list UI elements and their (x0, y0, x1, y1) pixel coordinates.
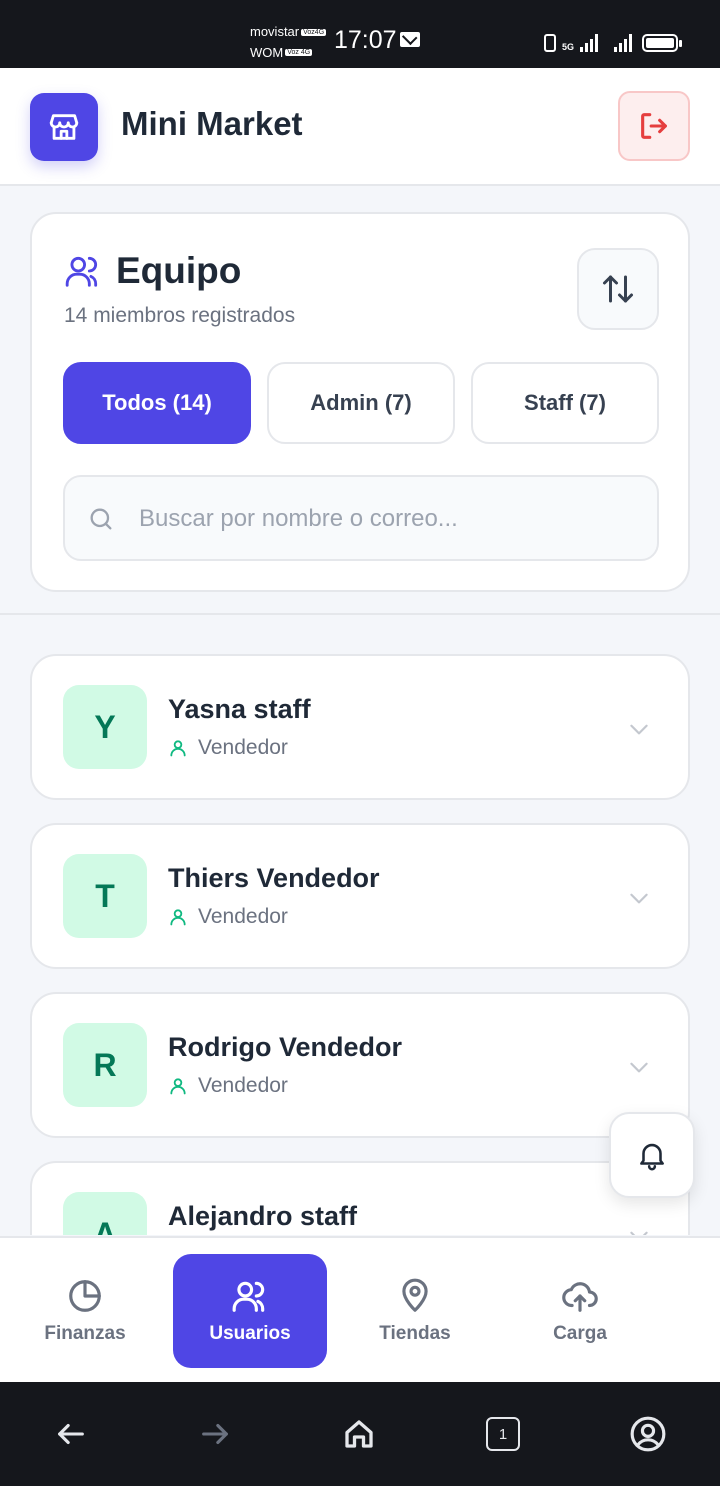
users-icon (65, 256, 98, 287)
back-button[interactable] (49, 1412, 93, 1456)
filter-admin[interactable]: Admin (7) (267, 362, 455, 444)
search-box[interactable] (63, 475, 659, 561)
home-button[interactable] (337, 1412, 381, 1456)
app-title: Mini Market (121, 105, 303, 142)
avatar: Y (63, 685, 147, 769)
user-name: Rodrigo Vendedor (168, 1032, 403, 1062)
forward-button[interactable] (193, 1412, 237, 1456)
pie-chart-icon (69, 1280, 101, 1312)
user-card[interactable]: T Thiers Vendedor Vendedor (30, 823, 690, 969)
carrier-1-tag: Voz4G (301, 28, 327, 36)
user-role: Vendedor (168, 905, 288, 929)
carrier-info: movistar Voz4G WOM Voz 4G (250, 22, 327, 63)
bottom-nav: Finanzas Usuarios Tiendas Carga (0, 1236, 720, 1382)
arrow-right-icon (202, 1423, 228, 1445)
signal-1-icon (580, 34, 598, 52)
network-type: 5G (561, 42, 574, 52)
user-name: Yasna staff (168, 694, 311, 724)
user-role-label: Vendedor (198, 736, 288, 759)
arrow-left-icon (58, 1423, 84, 1445)
user-icon (170, 740, 186, 757)
team-subtitle: 14 miembros registrados (64, 304, 296, 327)
user-name: Alejandro staff (168, 1201, 358, 1231)
store-icon (30, 93, 98, 161)
filter-staff[interactable]: Staff (7) (471, 362, 659, 444)
user-card[interactable]: R Rodrigo Vendedor Vendedor (30, 992, 690, 1138)
user-role: Vendedor (168, 736, 288, 760)
profile-button[interactable] (626, 1412, 670, 1456)
sort-icon (603, 275, 633, 303)
sort-button[interactable] (577, 248, 659, 330)
bell-icon (640, 1143, 664, 1171)
carrier-2-name: WOM (250, 44, 284, 60)
chevron-down-icon[interactable] (626, 885, 652, 911)
map-pin-icon (402, 1278, 428, 1312)
status-time: 17:07 (334, 26, 397, 54)
vibrate-icon (543, 34, 556, 52)
user-role-label: Vendedor (198, 1074, 288, 1097)
status-icons: 5G (543, 32, 682, 52)
team-card: Equipo 14 miembros registrados Todos (14… (30, 212, 690, 592)
avatar: R (63, 1023, 147, 1107)
chevron-down-icon[interactable] (626, 1223, 652, 1235)
status-bar: movistar Voz4G WOM Voz 4G 17:07 5G (0, 0, 720, 68)
cloud-upload-icon (562, 1282, 598, 1312)
chevron-down-icon[interactable] (626, 1054, 652, 1080)
tab-count: 1 (498, 1425, 508, 1443)
signal-2-icon (614, 34, 632, 52)
home-icon (345, 1420, 373, 1448)
team-title: Equipo (116, 250, 242, 291)
nav-tiendas-label: Tiendas (379, 1323, 451, 1344)
nav-tiendas[interactable]: Tiendas (338, 1254, 492, 1368)
user-role: Vendedor (168, 1074, 288, 1098)
user-card[interactable]: Y Yasna staff Vendedor (30, 654, 690, 800)
tabs-button[interactable]: 1 (481, 1412, 525, 1456)
carrier-2-tag: Voz 4G (285, 49, 313, 57)
filter-todos[interactable]: Todos (14) (63, 362, 251, 444)
logout-icon (641, 113, 667, 139)
avatar: T (63, 854, 147, 938)
nav-usuarios[interactable]: Usuarios (173, 1254, 327, 1368)
chevron-down-icon[interactable] (626, 716, 652, 742)
user-icon (170, 909, 186, 926)
user-role-label: Vendedor (198, 905, 288, 928)
search-input[interactable] (139, 497, 639, 541)
tabs-icon: 1 (486, 1417, 520, 1451)
nav-finanzas-label: Finanzas (44, 1323, 126, 1344)
mail-icon (400, 32, 420, 47)
system-nav-bar: 1 (0, 1382, 720, 1486)
carrier-1-name: movistar (250, 24, 300, 39)
nav-usuarios-label: Usuarios (209, 1323, 291, 1344)
user-icon (170, 1078, 186, 1095)
logout-button[interactable] (618, 91, 690, 161)
notifications-button[interactable] (609, 1112, 695, 1198)
user-name: Thiers Vendedor (168, 863, 380, 893)
search-icon (90, 508, 112, 530)
account-circle-icon (630, 1416, 666, 1452)
battery-icon (642, 34, 682, 52)
users-icon (232, 1281, 265, 1312)
app-header: Mini Market (0, 68, 720, 186)
nav-carga[interactable]: Carga (503, 1254, 657, 1368)
nav-carga-label: Carga (553, 1323, 607, 1344)
user-card[interactable]: A Alejandro staff Vendedor (30, 1161, 690, 1235)
avatar: A (63, 1192, 147, 1235)
nav-finanzas[interactable]: Finanzas (8, 1254, 162, 1368)
